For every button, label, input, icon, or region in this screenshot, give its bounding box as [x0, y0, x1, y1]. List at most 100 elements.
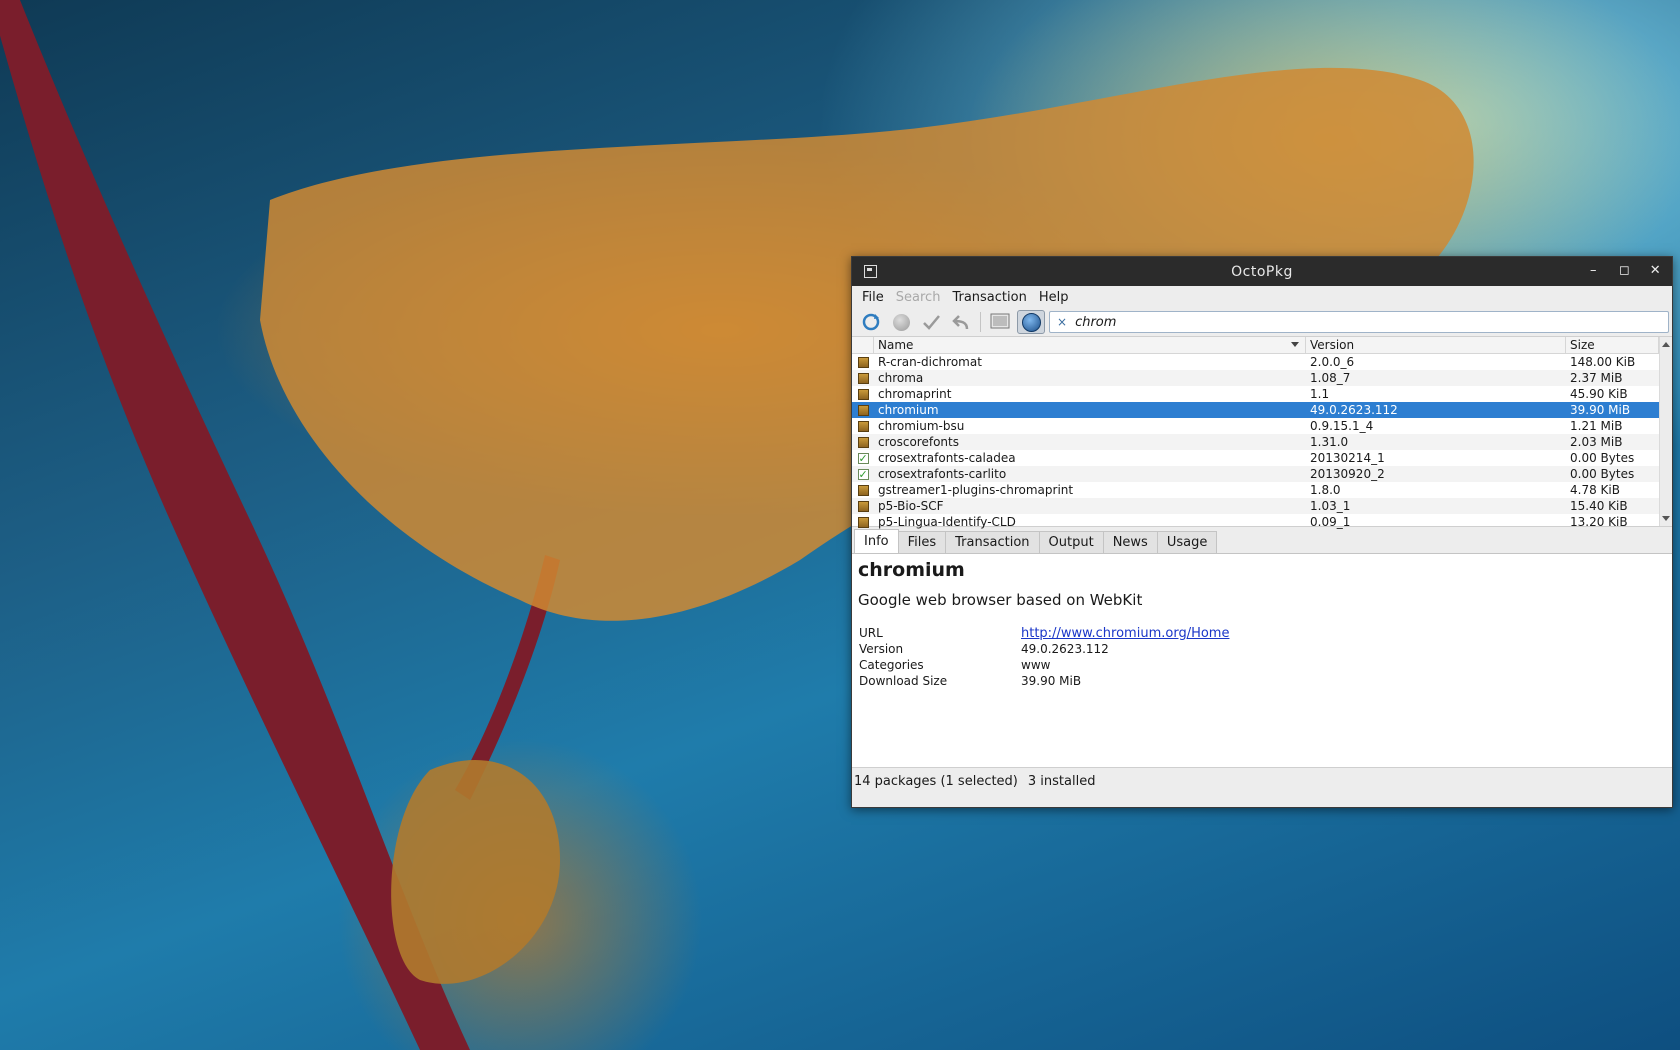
table-row[interactable]: chroma 1.08_7 2.37 MiB [852, 370, 1659, 386]
search-input[interactable]: × chrom [1049, 311, 1669, 333]
table-row[interactable]: ✓ crosextrafonts-carlito 20130920_2 0.00 By… [852, 466, 1659, 482]
package-version-cell: 20130920_2 [1310, 467, 1385, 481]
menu-bar: File Search Transaction Help [852, 286, 1672, 308]
tab-news[interactable]: News [1102, 531, 1158, 553]
package-icon [857, 500, 869, 512]
package-description: Google web browser based on WebKit [858, 591, 1143, 609]
package-name-cell: chromaprint [878, 387, 952, 401]
header-version[interactable]: Version [1306, 337, 1566, 353]
package-size-cell: 4.78 KiB [1570, 483, 1620, 497]
details-tabs: Info Files Transaction Output News Usage [852, 527, 1672, 553]
title-bar[interactable]: OctoPkg – ◻ ✕ [852, 257, 1672, 286]
scroll-down-icon[interactable] [1662, 516, 1670, 521]
package-icon [857, 420, 869, 432]
header-status[interactable] [852, 337, 874, 353]
scroll-up-icon[interactable] [1662, 342, 1670, 347]
package-size-cell: 0.00 Bytes [1570, 467, 1635, 481]
package-size-cell: 15.40 KiB [1570, 499, 1628, 513]
table-row[interactable]: chromium 49.0.2623.112 39.90 MiB [852, 402, 1659, 418]
table-row[interactable]: gstreamer1-plugins-chromaprint 1.8.0 4.78 … [852, 482, 1659, 498]
tab-usage[interactable]: Usage [1156, 531, 1218, 553]
tab-files[interactable]: Files [897, 531, 947, 553]
detail-value-categories: www [1021, 658, 1051, 672]
status-cell [852, 484, 874, 496]
menu-search[interactable]: Search [890, 290, 947, 305]
table-row[interactable]: p5-Bio-SCF 1.03_1 15.40 KiB [852, 498, 1659, 514]
info-pane: chromium Google web browser based on Web… [852, 553, 1672, 767]
package-size-cell: 0.00 Bytes [1570, 451, 1635, 465]
table-row[interactable]: ✓ crosextrafonts-caladea 20130214_1 0.00 By… [852, 450, 1659, 466]
tab-info[interactable]: Info [854, 529, 899, 553]
status-cell: ✓ [852, 452, 874, 464]
package-size-cell: 39.90 MiB [1570, 403, 1631, 417]
terminal-icon[interactable] [987, 310, 1013, 334]
package-url-link[interactable]: http://www.chromium.org/Home [1021, 626, 1229, 641]
detail-key-download-size: Download Size [859, 674, 948, 688]
package-title: chromium [858, 559, 965, 581]
package-size-cell: 2.03 MiB [1570, 435, 1623, 449]
status-cell [852, 500, 874, 512]
system-upgrade-icon[interactable] [888, 310, 914, 334]
menu-transaction[interactable]: Transaction [946, 290, 1032, 305]
package-name-cell: croscorefonts [878, 435, 959, 449]
status-installed: 3 installed [1027, 774, 1096, 789]
maximize-icon[interactable]: ◻ [1616, 262, 1633, 279]
package-name-cell: chromium [878, 403, 939, 417]
package-details: URL http://www.chromium.org/Home Version… [858, 625, 1230, 689]
package-name-cell: chroma [878, 371, 924, 385]
package-name-cell: p5-Lingua-Identify-CLD [878, 515, 1016, 529]
toolbar-separator [980, 312, 981, 332]
table-scrollbar[interactable] [1659, 337, 1672, 526]
status-packages: 14 packages (1 selected) [854, 774, 1018, 789]
remote-search-icon[interactable] [1017, 310, 1045, 334]
package-name-cell: p5-Bio-SCF [878, 499, 944, 513]
package-size-cell: 13.20 KiB [1570, 515, 1628, 529]
header-name[interactable]: Name [874, 337, 1306, 353]
status-cell [852, 356, 874, 368]
detail-key-categories: Categories [859, 658, 924, 672]
package-version-cell: 0.9.15.1_4 [1310, 419, 1374, 433]
package-size-cell: 45.90 KiB [1570, 387, 1628, 401]
tab-transaction[interactable]: Transaction [945, 531, 1040, 553]
rollback-icon[interactable] [948, 310, 974, 334]
minimize-icon[interactable]: – [1585, 262, 1602, 279]
package-table: Name Version Size R-cran-dichromat 2.0.0_… [852, 337, 1672, 530]
table-row[interactable]: p5-Lingua-Identify-CLD 0.09_1 13.20 KiB [852, 514, 1659, 530]
package-icon [857, 372, 869, 384]
tab-output[interactable]: Output [1038, 531, 1104, 553]
package-size-cell: 2.37 MiB [1570, 371, 1623, 385]
table-row[interactable]: croscorefonts 1.31.0 2.03 MiB [852, 434, 1659, 450]
close-icon[interactable]: ✕ [1647, 262, 1664, 279]
detail-value-download-size: 39.90 MiB [1021, 674, 1082, 688]
table-body: R-cran-dichromat 2.0.0_6 148.00 KiB chroma 1… [852, 354, 1659, 530]
status-cell [852, 372, 874, 384]
package-name-cell: crosextrafonts-carlito [878, 467, 1007, 481]
clear-search-icon[interactable]: × [1057, 315, 1067, 329]
sync-database-icon[interactable] [858, 310, 884, 334]
package-version-cell: 1.8.0 [1310, 483, 1341, 497]
status-cell [852, 388, 874, 400]
header-size[interactable]: Size [1566, 337, 1659, 353]
status-cell: ✓ [852, 468, 874, 480]
status-bar: 14 packages (1 selected) 3 installed [852, 767, 1672, 796]
detail-key-url: URL [859, 626, 883, 640]
detail-value-version: 49.0.2623.112 [1021, 642, 1109, 656]
status-cell [852, 404, 874, 416]
octopkg-window: OctoPkg – ◻ ✕ File Search Transaction He… [851, 256, 1673, 808]
package-version-cell: 1.03_1 [1310, 499, 1351, 513]
package-name-cell: gstreamer1-plugins-chromaprint [878, 483, 1074, 497]
package-icon [857, 436, 869, 448]
table-row[interactable]: R-cran-dichromat 2.0.0_6 148.00 KiB [852, 354, 1659, 370]
package-icon [857, 404, 869, 416]
table-row[interactable]: chromaprint 1.1 45.90 KiB [852, 386, 1659, 402]
package-name-cell: crosextrafonts-caladea [878, 451, 1016, 465]
menu-file[interactable]: File [856, 290, 890, 305]
window-menu-icon[interactable] [864, 265, 877, 278]
table-row[interactable]: chromium-bsu 0.9.15.1_4 1.21 MiB [852, 418, 1659, 434]
package-size-cell: 148.00 KiB [1570, 355, 1636, 369]
status-cell [852, 436, 874, 448]
window-title: OctoPkg [1231, 263, 1293, 280]
toolbar: × chrom [852, 308, 1672, 337]
menu-help[interactable]: Help [1033, 290, 1075, 305]
commit-icon[interactable] [918, 310, 944, 334]
